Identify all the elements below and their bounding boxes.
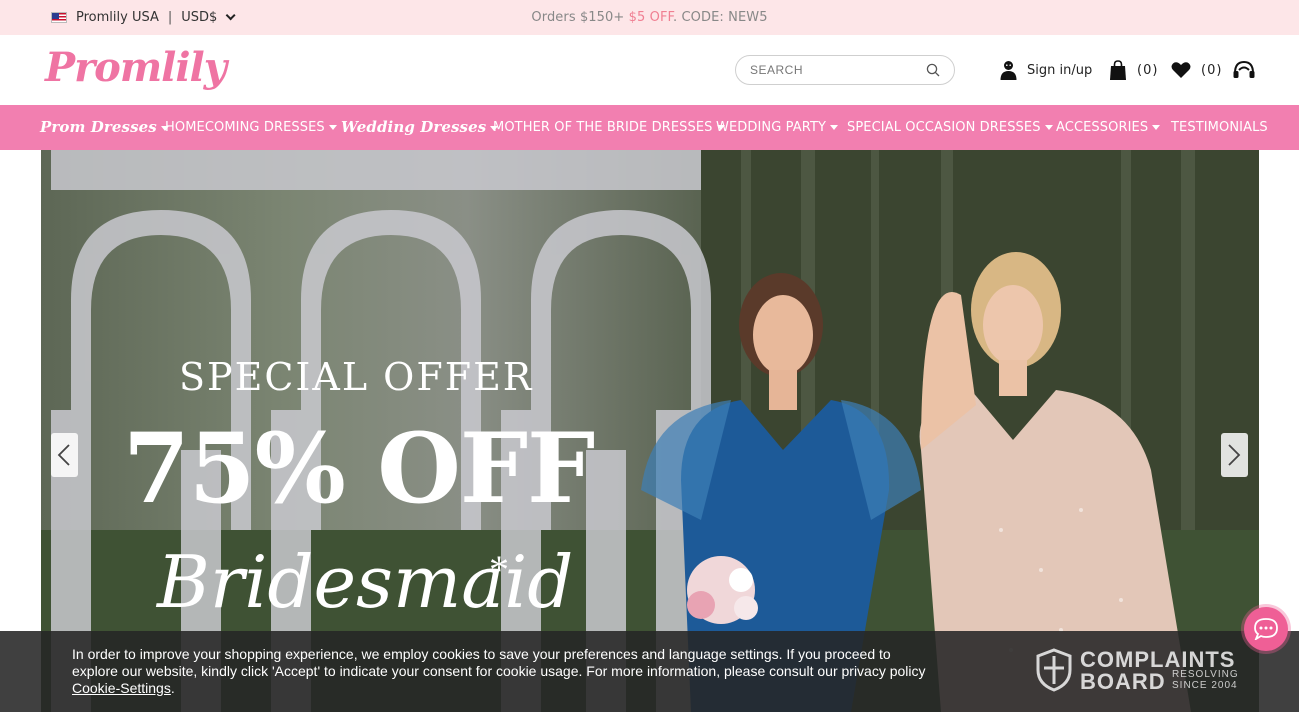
logo[interactable]: Promlily	[45, 44, 227, 91]
wishlist-count: (0)	[1201, 62, 1223, 78]
hero-asterisk: *	[489, 547, 509, 592]
hero-banner[interactable]: SPECIAL OFFER 75% OFF Bridesmaid *	[41, 150, 1259, 712]
site-header: Promlily Sign in/up (0) (0)	[0, 35, 1299, 105]
shopping-bag-icon	[1110, 60, 1126, 80]
nav-label: ACCESSORIES	[1056, 120, 1149, 135]
user-icon	[1000, 61, 1017, 80]
hero-script-text: Bridesmaid	[157, 540, 574, 624]
accept-button[interactable]: ACCEPT	[1050, 44, 1103, 58]
chat-button[interactable]	[1244, 607, 1288, 651]
store-name[interactable]: Promlily USA	[76, 10, 159, 25]
top-bar: Orders $150+ $5 OFF. CODE: NEW5 Promlily…	[0, 0, 1299, 35]
promo-highlight: $5 OFF	[628, 10, 674, 25]
nav-label: TESTIMONIALS	[1171, 120, 1268, 135]
chat-bubble-icon	[1254, 618, 1278, 640]
nav-prom-dresses[interactable]: Prom Dresses	[40, 105, 169, 150]
headset-icon[interactable]	[1233, 60, 1255, 80]
caret-down-icon	[328, 125, 337, 130]
shield-icon	[1036, 648, 1072, 692]
caret-down-icon	[1044, 125, 1053, 130]
carousel-next-button[interactable]	[1221, 433, 1248, 477]
complaints-board-badge[interactable]: COMPLAINTS BOARD RESOLVING SINCE 2004	[1036, 647, 1251, 694]
nav-label: Prom Dresses	[40, 118, 157, 136]
promo-suffix: . CODE: NEW5	[673, 10, 768, 25]
badge-line2: BOARD	[1080, 669, 1166, 694]
nav-special-occasion-dresses[interactable]: SPECIAL OCCASION DRESSES	[847, 105, 1053, 150]
hero-kicker: SPECIAL OFFER	[179, 355, 534, 399]
wishlist-button[interactable]: (0)	[1171, 59, 1222, 81]
nav-label: HOMECOMING DRESSES	[165, 120, 325, 135]
nav-homecoming-dresses[interactable]: HOMECOMING DRESSES	[165, 105, 337, 150]
nav-wedding-dresses[interactable]: Wedding Dresses	[341, 105, 499, 150]
region-selector[interactable]: Promlily USA | USD$	[51, 0, 236, 35]
cookie-end: .	[170, 680, 175, 696]
us-flag-icon	[51, 12, 67, 23]
cookie-settings-link[interactable]: Cookie-Settings	[72, 680, 171, 696]
separator: |	[167, 10, 173, 25]
badge-line3b: SINCE 2004	[1172, 680, 1238, 691]
nav-testimonials[interactable]: TESTIMONIALS	[1171, 105, 1268, 150]
caret-down-icon	[830, 125, 839, 130]
sign-in-label[interactable]: Sign in/up	[1027, 63, 1092, 78]
nav-mother-of-the-bride-dresses[interactable]: MOTHER OF THE BRIDE DRESSES	[493, 105, 725, 150]
search-box[interactable]	[735, 55, 955, 85]
nav-wedding-party[interactable]: WEDDING PARTY	[716, 105, 839, 150]
search-icon[interactable]	[926, 63, 940, 77]
sign-in-link[interactable]: Sign in/up	[1000, 59, 1092, 81]
caret-down-icon	[1152, 125, 1161, 130]
main-nav: Prom Dresses HOMECOMING DRESSES Wedding …	[0, 105, 1299, 150]
search-input[interactable]	[750, 61, 920, 79]
badge-line3: RESOLVING SINCE 2004	[1172, 669, 1239, 691]
promo-prefix: Orders $150+	[531, 10, 629, 25]
nav-label: MOTHER OF THE BRIDE DRESSES	[493, 120, 713, 135]
nav-label: Wedding Dresses	[341, 118, 487, 136]
heart-icon	[1171, 62, 1191, 78]
cookie-message: In order to improve your shopping experi…	[72, 646, 932, 697]
carousel-prev-button[interactable]	[51, 433, 78, 477]
nav-accessories[interactable]: ACCESSORIES	[1056, 105, 1161, 150]
cart-count: (0)	[1137, 62, 1159, 78]
chevron-right-icon	[1228, 444, 1241, 466]
hero-headline: 75% OFF	[123, 412, 595, 525]
badge-line3a: RESOLVING	[1172, 669, 1239, 680]
nav-label: SPECIAL OCCASION DRESSES	[847, 120, 1041, 135]
nav-label: WEDDING PARTY	[716, 120, 827, 135]
cart-button[interactable]: (0)	[1109, 59, 1158, 81]
chevron-left-icon	[57, 444, 70, 466]
cookie-text: In order to improve your shopping experi…	[72, 646, 926, 679]
currency-selector[interactable]: USD$	[181, 10, 217, 25]
